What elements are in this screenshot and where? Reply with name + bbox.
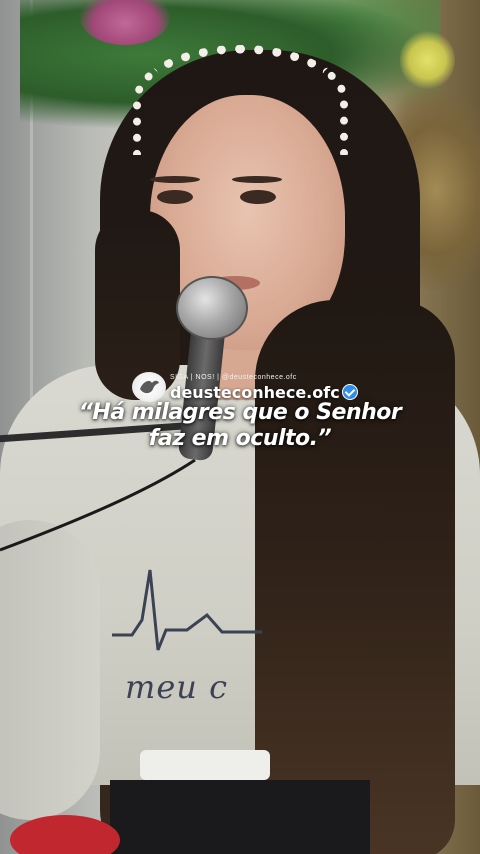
shirt-print-text: meu c [125,668,228,706]
pants [110,780,370,854]
yellow-flower [400,30,455,90]
quote-caption: “Há milagres que o Senhor faz em oculto.… [0,400,480,452]
microphone-head [176,276,248,340]
eyebrow [232,176,282,183]
dove-icon [140,380,159,394]
eyebrow [150,176,200,183]
caption-overlay: SIGA | NOS! | @deusteconhece.ofc deustec… [0,372,480,462]
follow-line: SIGA | NOS! | @deusteconhece.ofc [170,374,297,381]
arm [0,520,100,820]
belt [140,750,270,780]
eye [157,190,193,204]
pearl-headband [133,45,348,155]
microphone-cable [0,458,196,552]
quote-line: faz em oculto.” [148,426,332,451]
heartbeat-print [112,569,262,651]
quote-line: “Há milagres que o Senhor [78,400,402,425]
eye [240,190,276,204]
dove-logo-icon [132,372,166,402]
verified-badge-icon [342,384,358,400]
